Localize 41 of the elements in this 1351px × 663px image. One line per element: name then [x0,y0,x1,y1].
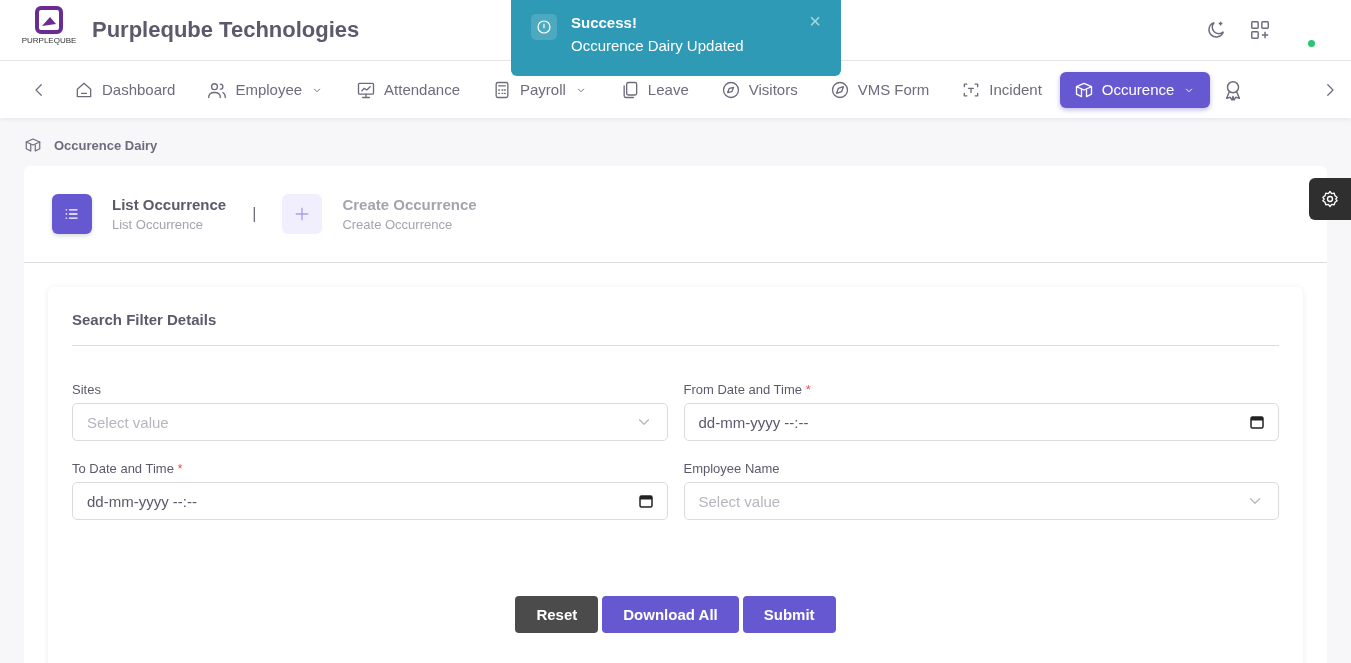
field-label: Employee Name [683,461,781,476]
datetime-field[interactable]: dd-mm-yyyy --:-- [72,482,668,520]
nav-tab[interactable]: Dashboard [60,71,190,108]
nav-tab[interactable]: Leave [605,71,703,108]
nav-tab[interactable]: Payroll [478,71,602,108]
nav-tab[interactable]: Incident [947,71,1056,108]
step-subtitle: List Occurrence [112,217,205,232]
nav-tab[interactable]: Employee [193,71,339,108]
nav-tab[interactable]: Visitors [706,71,812,108]
action-button[interactable]: Download All [602,596,739,633]
box-icon [24,136,42,154]
compass-icon [720,79,741,100]
nav-tab[interactable]: VMS Form [815,71,944,108]
nav-tab[interactable]: Attendance [342,71,474,108]
toast-message: Occurence Dairy Updated [571,37,745,54]
calendar-icon[interactable] [1250,415,1264,429]
apps-add-icon[interactable] [1249,19,1271,41]
field-label: Sites [72,382,102,397]
compass-icon [829,79,850,100]
step-separator: | [252,205,257,223]
step-title: Create Occurrence [342,196,477,213]
nav-tab[interactable]: Occurence [1059,71,1211,108]
step-button[interactable] [52,194,92,234]
step-subtitle: Create Occurrence [342,217,454,232]
toast-title: Success! [571,14,638,31]
settings-button[interactable] [1309,178,1351,220]
section-title: Search Filter Details [72,287,1279,346]
action-button[interactable]: Reset [515,596,599,633]
field-label: To Date and Time * [72,461,184,476]
info-icon [535,18,553,36]
calendar-icon[interactable] [638,494,653,508]
breadcrumb: Occurence Dairy [54,137,158,153]
step-title: List Occurrence [112,196,227,213]
settings-icon [1320,189,1340,209]
action-button[interactable]: Submit [742,596,836,633]
field-label: From Date and Time * [683,382,812,397]
company-name: Purpleqube Technologies [92,17,360,43]
moon-icon[interactable] [1205,19,1227,41]
logo-icon [35,6,63,34]
logo-text: PURPLEQUBE [21,36,77,45]
datetime-field[interactable]: dd-mm-yyyy --:-- [683,403,1279,441]
